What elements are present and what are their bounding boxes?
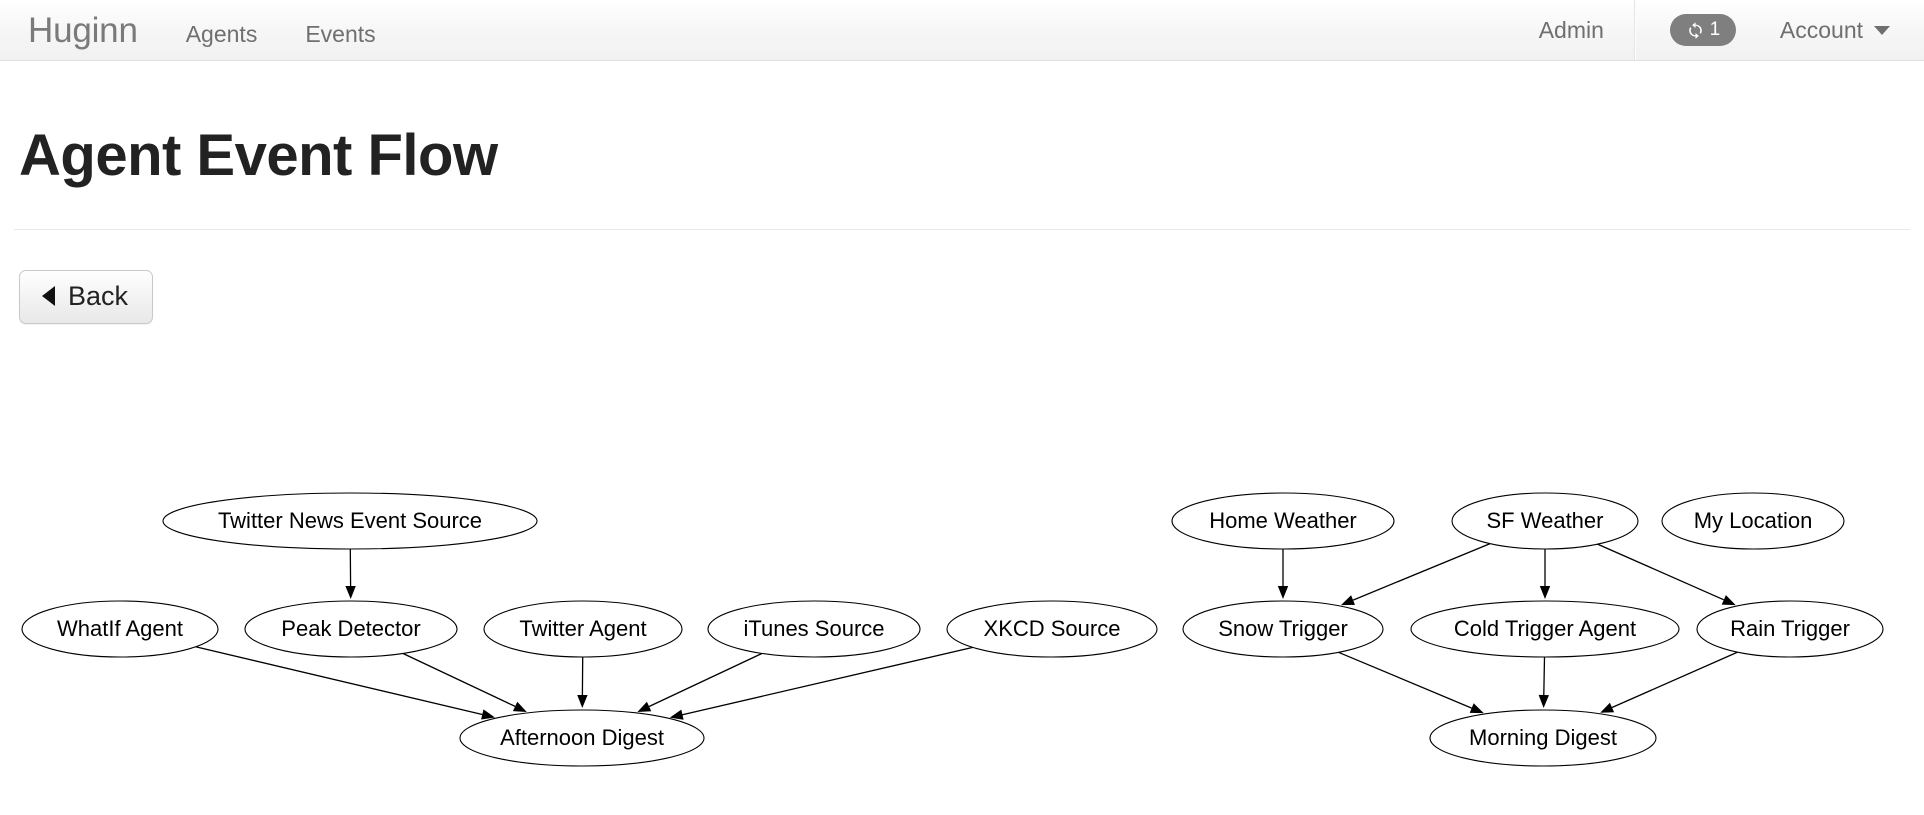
edge-cold_trigger_agent-to-morning_digest [1544,657,1545,695]
arrowhead-icon [1278,586,1288,599]
arrowhead-icon [1470,703,1484,713]
arrowhead-icon [345,586,355,599]
graph-node-my_location[interactable]: My Location [1662,493,1844,549]
flow-graph-canvas: Twitter News Event Source WhatIf Agent Pea… [0,461,1924,815]
node-label: SF Weather [1487,508,1604,533]
brand-logo-huginn[interactable]: Huginn [0,13,162,48]
node-label: XKCD Source [984,616,1121,641]
worker-status-cell[interactable]: 1 [1636,14,1762,46]
arrowhead-icon [577,695,587,708]
edge-itunes_source-to-afternoon_digest [649,653,762,706]
arrowhead-icon [637,702,651,712]
account-dropdown-label: Account [1780,19,1863,42]
graph-node-morning_digest[interactable]: Morning Digest [1430,710,1656,766]
sync-refresh-icon [1686,21,1705,40]
node-label: WhatIf Agent [57,616,183,641]
node-label: My Location [1694,508,1813,533]
node-label: Snow Trigger [1218,616,1348,641]
title-divider [14,229,1910,230]
graph-node-snow_trigger[interactable]: Snow Trigger [1183,601,1383,657]
node-label: Afternoon Digest [500,725,664,750]
arrowhead-icon [1539,695,1549,708]
back-button-label: Back [68,283,128,310]
node-label: iTunes Source [743,616,884,641]
account-dropdown[interactable]: Account [1762,19,1924,42]
chevron-left-icon [42,286,55,306]
node-label: Cold Trigger Agent [1454,616,1636,641]
edge-snow_trigger-to-morning_digest [1339,652,1472,708]
node-layer: Twitter News Event Source WhatIf Agent Pea… [22,493,1883,766]
arrowhead-icon [1600,703,1614,713]
nav-link-agents[interactable]: Agents [162,23,282,46]
top-navbar: Huginn Agents Events Admin 1 Account [0,0,1924,61]
navbar-right-group: Admin 1 Account [1509,0,1924,60]
graph-node-xkcd_source[interactable]: XKCD Source [947,601,1157,657]
graph-node-rain_trigger[interactable]: Rain Trigger [1697,601,1883,657]
graph-node-peak_detector[interactable]: Peak Detector [245,601,457,657]
edge-rain_trigger-to-morning_digest [1612,652,1738,707]
graph-node-twitter_agent[interactable]: Twitter Agent [484,601,682,657]
edge-sf_weather-to-snow_trigger [1353,544,1490,601]
arrowhead-icon [1722,595,1736,605]
arrowhead-icon [1341,595,1355,605]
arrowhead-icon [670,710,684,720]
agent-event-flow-graph: Twitter News Event Source WhatIf Agent Pea… [0,461,1924,815]
worker-status-badge[interactable]: 1 [1670,14,1736,46]
node-label: Rain Trigger [1730,616,1850,641]
graph-node-whatif_agent[interactable]: WhatIf Agent [22,601,218,657]
graph-node-twitter_news_event_source[interactable]: Twitter News Event Source [163,493,537,549]
graph-node-afternoon_digest[interactable]: Afternoon Digest [460,710,704,766]
nav-link-admin[interactable]: Admin [1509,19,1634,42]
graph-node-itunes_source[interactable]: iTunes Source [708,601,920,657]
chevron-down-icon [1874,26,1890,35]
node-label: Peak Detector [281,616,420,641]
graph-node-sf_weather[interactable]: SF Weather [1452,493,1638,549]
worker-status-count: 1 [1710,19,1721,41]
arrowhead-icon [481,709,495,719]
arrowhead-icon [513,702,527,712]
edge-peak_detector-to-afternoon_digest [403,653,515,706]
edge-sf_weather-to-rain_trigger [1598,544,1724,600]
node-label: Morning Digest [1469,725,1617,750]
node-label: Twitter Agent [519,616,646,641]
node-label: Twitter News Event Source [218,508,482,533]
back-button[interactable]: Back [19,270,153,324]
page-container: Agent Event Flow Back Twitter News Event… [0,61,1924,324]
navbar-left-group: Huginn Agents Events [0,13,400,48]
page-title: Agent Event Flow [14,61,1910,187]
arrowhead-icon [1540,586,1550,599]
edge-xkcd_source-to-afternoon_digest [682,647,972,714]
graph-node-home_weather[interactable]: Home Weather [1172,493,1394,549]
graph-node-cold_trigger_agent[interactable]: Cold Trigger Agent [1411,601,1679,657]
node-label: Home Weather [1209,508,1357,533]
nav-link-events[interactable]: Events [281,23,399,46]
